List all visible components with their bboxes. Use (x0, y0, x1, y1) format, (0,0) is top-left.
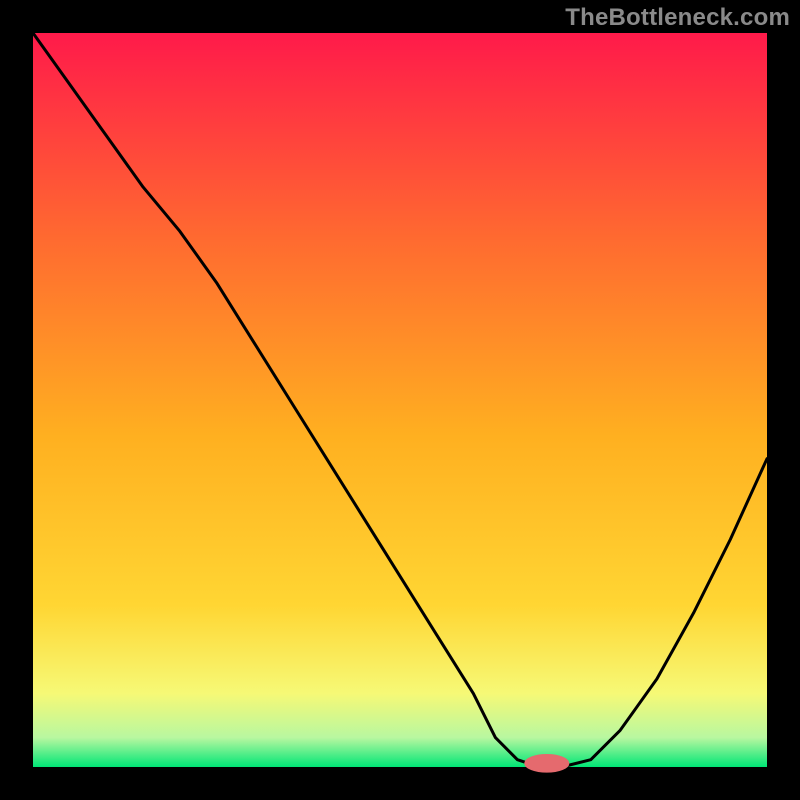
watermark-text: TheBottleneck.com (565, 4, 790, 32)
plot-background (33, 33, 767, 767)
chart-frame: { "watermark": "TheBottleneck.com", "col… (0, 0, 800, 800)
bottleneck-chart (0, 0, 800, 800)
optimum-marker (525, 755, 569, 773)
